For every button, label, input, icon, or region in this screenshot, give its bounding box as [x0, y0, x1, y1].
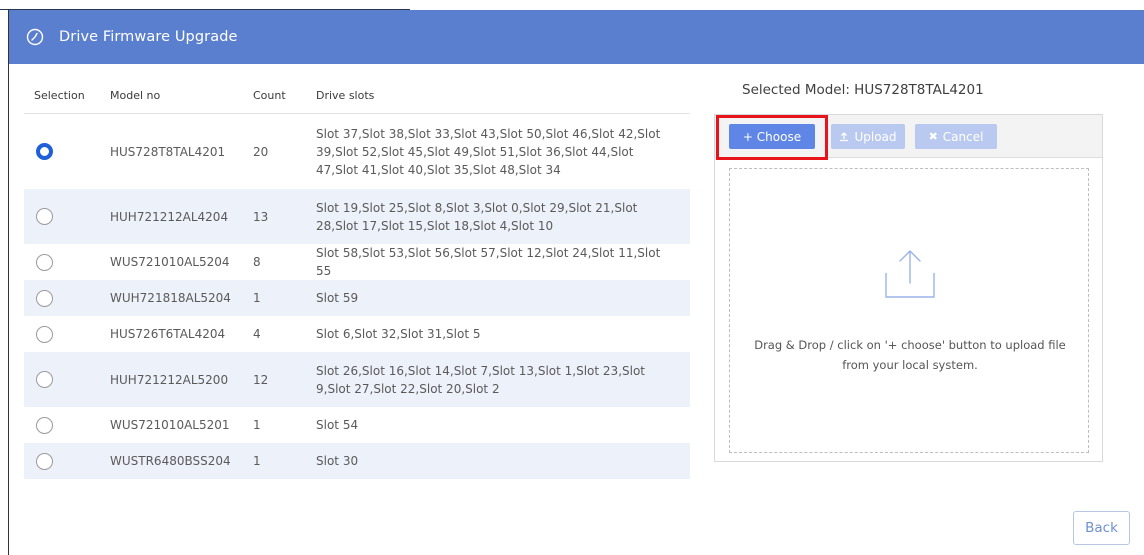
drop-zone-instructions: Drag & Drop / click on '+ choose' button… [730, 335, 1090, 375]
table-row[interactable]: WUH721818AL5204 1 Slot 59 [24, 280, 690, 316]
drop-text-line1: Drag & Drop / click on '+ choose' button… [754, 338, 1066, 352]
model-cell: HUH721212AL5200 [110, 372, 229, 387]
model-cell: WUS721010AL5201 [110, 418, 230, 432]
window-left-border [8, 10, 9, 555]
model-cell: HUS726T6TAL4204 [110, 327, 226, 341]
drop-zone[interactable]: Drag & Drop / click on '+ choose' button… [729, 168, 1089, 453]
model-cell: WUSTR6480BSS204 [110, 454, 231, 468]
close-icon: ✖ [928, 130, 938, 143]
slots-cell: Slot 59 [316, 291, 359, 305]
selection-radio[interactable] [36, 452, 53, 470]
header-count: Count [253, 89, 286, 102]
top-strip-edge [0, 0, 410, 10]
count-cell: 1 [253, 418, 261, 432]
count-cell: 13 [253, 209, 269, 224]
selection-radio[interactable] [36, 253, 53, 271]
selection-radio[interactable] [36, 371, 53, 388]
table-row[interactable]: WUS721010AL5204 8 Slot 58,Slot 53,Slot 5… [24, 244, 690, 280]
table-row[interactable]: HUH721212AL4204 13 Slot 19,Slot 25,Slot … [24, 189, 690, 244]
choose-highlight-box [716, 115, 828, 160]
upload-button-label: Upload [854, 129, 897, 144]
upload-icon [882, 247, 938, 303]
drop-text-line2: from your local system. [842, 358, 978, 372]
table-row[interactable]: WUSTR6480BSS204 1 Slot 30 [24, 443, 690, 479]
slots-cell: Slot 19,Slot 25,Slot 8,Slot 3,Slot 0,Slo… [316, 200, 638, 233]
cancel-button[interactable]: ✖ Cancel [915, 124, 997, 149]
selection-radio[interactable] [36, 289, 53, 307]
count-cell: 20 [253, 144, 269, 159]
selection-radio[interactable] [36, 416, 53, 434]
upload-small-icon [839, 131, 849, 142]
header-model: Model no [110, 89, 161, 102]
slots-cell: Slot 58,Slot 53,Slot 56,Slot 57,Slot 12,… [316, 246, 661, 278]
selected-model-label: Selected Model: HUS728T8TAL4201 [742, 82, 984, 98]
firmware-icon [25, 27, 45, 47]
count-cell: 1 [253, 291, 261, 305]
model-cell: HUH721212AL4204 [110, 209, 229, 224]
file-uploader: + Choose Upload ✖ Cancel Drag & Drop / c… [714, 114, 1103, 462]
model-cell: WUH721818AL5204 [110, 291, 231, 305]
count-cell: 4 [253, 327, 261, 341]
selection-radio[interactable] [36, 325, 53, 343]
dialog-header: Drive Firmware Upgrade [9, 10, 1144, 64]
top-strip [0, 0, 1144, 10]
count-cell: 12 [253, 372, 269, 387]
selection-radio[interactable] [36, 143, 53, 160]
dialog-title: Drive Firmware Upgrade [59, 29, 238, 45]
slots-cell: Slot 37,Slot 38,Slot 33,Slot 43,Slot 50,… [316, 126, 661, 177]
table-row[interactable]: HUH721212AL5200 12 Slot 26,Slot 16,Slot … [24, 352, 690, 407]
selection-radio[interactable] [36, 208, 53, 225]
count-cell: 8 [253, 255, 261, 269]
upload-button[interactable]: Upload [831, 124, 905, 149]
header-drive-slots: Drive slots [316, 88, 375, 102]
slots-cell: Slot 6,Slot 32,Slot 31,Slot 5 [316, 327, 481, 341]
cancel-button-label: Cancel [942, 129, 984, 144]
table-row[interactable]: HUS726T6TAL4204 4 Slot 6,Slot 32,Slot 31… [24, 316, 690, 352]
header-selection: Selection [34, 89, 85, 102]
slots-cell: Slot 30 [316, 454, 359, 468]
count-cell: 1 [253, 454, 261, 468]
table-row[interactable]: HUS728T8TAL4201 20 Slot 37,Slot 38,Slot … [24, 114, 690, 189]
model-cell: HUS728T8TAL4201 [110, 144, 226, 159]
back-button[interactable]: Back [1073, 511, 1130, 545]
model-cell: WUS721010AL5204 [110, 255, 230, 269]
slots-cell: Slot 54 [316, 418, 359, 432]
table-row[interactable]: WUS721010AL5201 1 Slot 54 [24, 407, 690, 443]
table-header: Selection Model no Count Drive slots [24, 78, 690, 114]
model-table: Selection Model no Count Drive slots HUS… [24, 78, 690, 479]
slots-cell: Slot 26,Slot 16,Slot 14,Slot 7,Slot 13,S… [316, 363, 646, 396]
